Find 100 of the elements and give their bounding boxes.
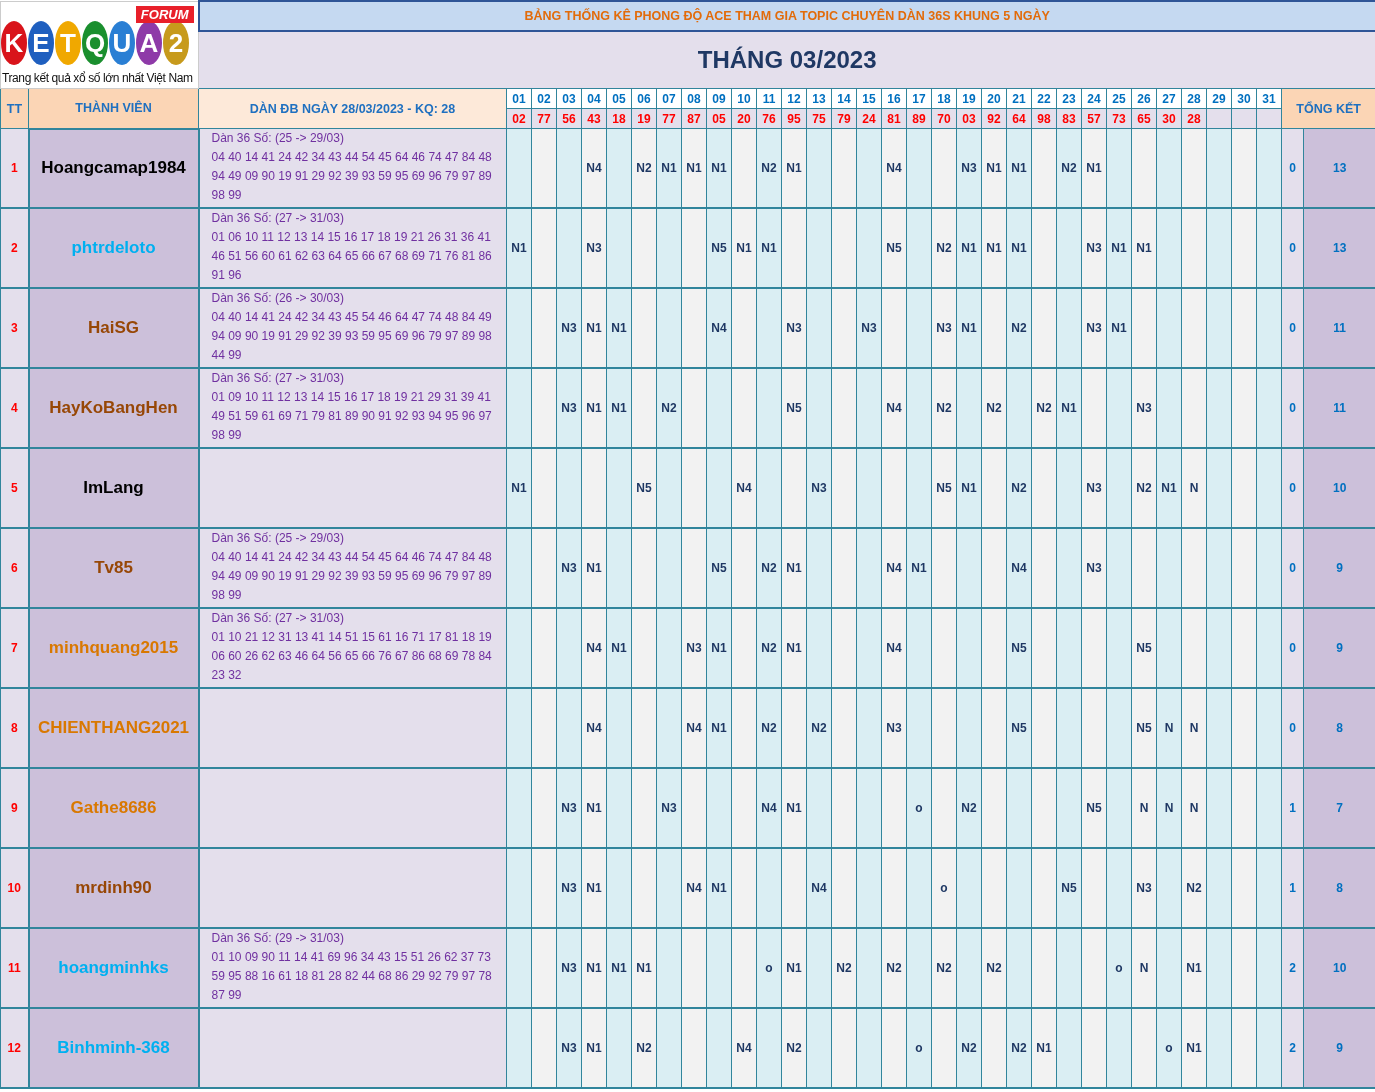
table-cell: N4 xyxy=(731,1008,757,1088)
table-cell: N3 xyxy=(556,1008,582,1088)
table-cell: N4 xyxy=(881,528,907,608)
table-cell: N2 xyxy=(831,928,857,1008)
table-cell: N xyxy=(1181,688,1207,768)
total-cell: 13 xyxy=(1303,208,1375,288)
table-cell: N2 xyxy=(756,688,782,768)
table-cell: N4 xyxy=(806,848,832,928)
dan-numbers: 04 40 14 41 24 42 34 43 44 54 45 64 46 74 47 84 48 94 49 09 90 19 91 29 92 39 93 59 95 69 96 79 97 89 98 99 xyxy=(211,549,493,604)
table-cell: N3 xyxy=(806,448,832,528)
column-header: TT xyxy=(0,88,29,129)
table-cell: N3 xyxy=(581,208,607,288)
table-cell: N5 xyxy=(706,208,732,288)
table-cell: N3 xyxy=(556,528,582,608)
table-cell: N3 xyxy=(556,768,582,848)
total-cell: 10 xyxy=(1303,928,1375,1008)
table-cell: N5 xyxy=(931,448,957,528)
table-cell: N5 xyxy=(781,368,807,448)
table-cell: N3 xyxy=(681,608,707,688)
table-cell: o xyxy=(1106,928,1132,1008)
table-cell: N1 xyxy=(581,928,607,1008)
table-cell: N1 xyxy=(706,608,732,688)
member-name: minhquang2015 xyxy=(48,638,179,657)
member-name: Tv85 xyxy=(94,558,133,577)
table-cell: N4 xyxy=(881,608,907,688)
table-cell: N4 xyxy=(756,768,782,848)
total-cell: 13 xyxy=(1303,128,1375,208)
dan-heading: Dàn 36 Số: (25 -> 29/03) xyxy=(211,130,345,147)
table-cell: N2 xyxy=(1006,288,1032,368)
table-cell: N1 xyxy=(606,608,632,688)
table-cell: o xyxy=(1156,1008,1182,1088)
logo-letter: U xyxy=(109,20,135,65)
logo-letter: A xyxy=(136,20,162,65)
table-cell: N1 xyxy=(581,288,607,368)
table-cell: N3 xyxy=(556,288,582,368)
table-cell: N xyxy=(1181,448,1207,528)
total-cell: 11 xyxy=(1303,368,1375,448)
table-cell: N1 xyxy=(681,128,707,208)
table-cell: N4 xyxy=(881,128,907,208)
logo-letter: K xyxy=(1,20,27,65)
table-cell: N3 xyxy=(1131,368,1157,448)
dan-numbers: 01 06 10 11 12 13 14 15 16 17 18 19 21 26 31 36 41 46 51 56 60 61 62 63 64 65 66 67 68 69 71 76 81 86 91 96 xyxy=(211,229,493,284)
table-cell: N1 xyxy=(956,448,982,528)
member-name: HaiSG xyxy=(88,318,139,337)
table-cell: N1 xyxy=(706,848,732,928)
table-cell: N3 xyxy=(1081,288,1107,368)
table-cell: N2 xyxy=(781,1008,807,1088)
member-name: ImLang xyxy=(83,478,144,497)
member-name: HayKoBangHen xyxy=(49,398,178,417)
table-cell: N1 xyxy=(1006,208,1032,288)
logo-letter: T xyxy=(55,20,81,65)
column-header: THÀNH VIÊN xyxy=(28,88,199,129)
table-cell: N5 xyxy=(706,528,732,608)
dan-numbers: 01 10 09 90 11 14 41 69 96 34 43 15 51 26 62 37 73 59 95 88 16 61 18 81 28 82 44 68 86 29 92 79 97 78 87 99 xyxy=(211,949,493,1004)
table-cell: N4 xyxy=(681,848,707,928)
table-cell: N1 xyxy=(1031,1008,1057,1088)
table-cell: N1 xyxy=(781,768,807,848)
table-cell: N4 xyxy=(581,608,607,688)
logo-letter: 2 xyxy=(163,20,189,65)
dan-heading: Dàn 36 Số: (27 -> 31/03) xyxy=(211,210,345,227)
table-cell: N2 xyxy=(1131,448,1157,528)
table-cell: N1 xyxy=(781,528,807,608)
table-cell: N xyxy=(1131,768,1157,848)
table-cell: N4 xyxy=(581,128,607,208)
total-cell: 9 xyxy=(1303,1008,1375,1088)
total-cell: 11 xyxy=(1303,288,1375,368)
table-cell: N1 xyxy=(706,128,732,208)
table-cell: N5 xyxy=(1081,768,1107,848)
table-cell: N4 xyxy=(581,688,607,768)
row-number: 12 xyxy=(0,1008,29,1088)
table-cell: N1 xyxy=(581,768,607,848)
table-cell: N1 xyxy=(506,208,532,288)
table-cell: N3 xyxy=(556,848,582,928)
table-cell: N2 xyxy=(756,608,782,688)
total-cell: 9 xyxy=(1303,528,1375,608)
table-cell: N1 xyxy=(981,128,1007,208)
table-cell: N2 xyxy=(631,128,657,208)
table-cell: N2 xyxy=(756,128,782,208)
table-cell: N1 xyxy=(1106,208,1132,288)
table-cell: N4 xyxy=(881,368,907,448)
table-cell: N1 xyxy=(906,528,932,608)
table-cell: N1 xyxy=(781,128,807,208)
row-number: 5 xyxy=(0,448,29,528)
table-cell: N1 xyxy=(1181,1008,1207,1088)
table-cell: N1 xyxy=(781,608,807,688)
table-cell: N2 xyxy=(931,928,957,1008)
member-name: mrdinh90 xyxy=(75,878,152,897)
member-name: phtrdeloto xyxy=(71,238,156,257)
table-cell: N xyxy=(1181,768,1207,848)
logo-letter: Q xyxy=(82,20,108,65)
table-cell: N1 xyxy=(581,1008,607,1088)
total-cell: 7 xyxy=(1303,768,1375,848)
table-cell: N2 xyxy=(956,768,982,848)
table-cell: N3 xyxy=(881,688,907,768)
dan-numbers: 01 09 10 11 12 13 14 15 16 17 18 19 21 29 31 39 41 49 51 59 61 69 71 79 81 89 90 91 92 93 94 95 96 97 98 99 xyxy=(211,389,493,444)
member-name: Gathe8686 xyxy=(70,798,157,817)
table-cell: N2 xyxy=(931,368,957,448)
table-cell: N3 xyxy=(1081,448,1107,528)
month-heading: THÁNG 03/2023 xyxy=(198,31,1375,89)
table-cell: N1 xyxy=(1106,288,1132,368)
